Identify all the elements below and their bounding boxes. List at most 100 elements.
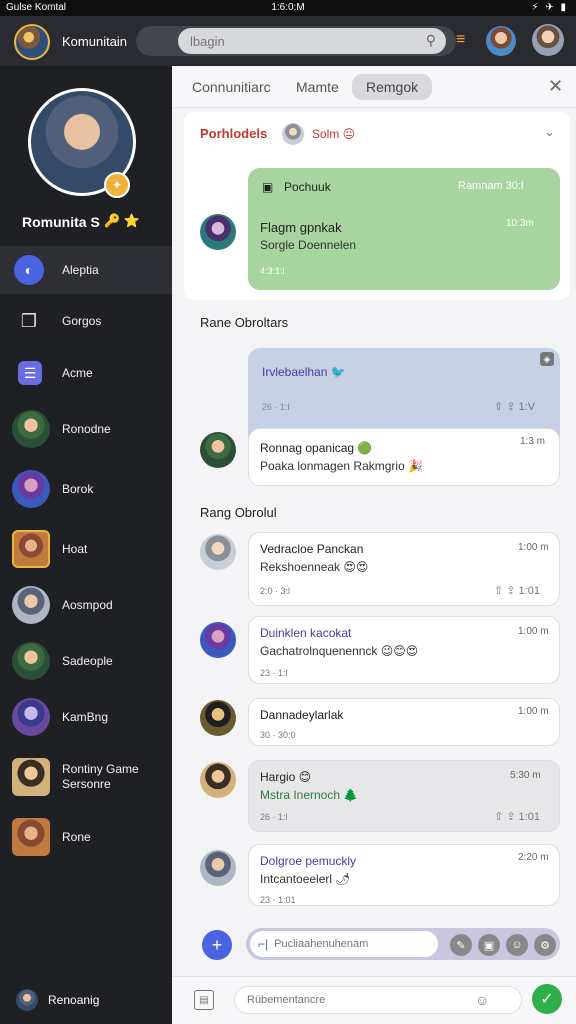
avatar bbox=[12, 758, 50, 796]
sidebar-item-label: Hoat bbox=[62, 542, 88, 556]
profile-avatar[interactable] bbox=[532, 24, 564, 56]
clock: 1:6:0:M bbox=[271, 2, 305, 13]
sidebar-item-borok[interactable]: Borok bbox=[0, 466, 172, 512]
message-input[interactable] bbox=[274, 938, 425, 950]
avatar[interactable] bbox=[200, 700, 236, 736]
search-field[interactable]: ⚲ bbox=[178, 28, 446, 54]
bottom-field[interactable]: ☺ bbox=[234, 986, 522, 1014]
section-label: Rane Obroltars bbox=[200, 315, 289, 330]
send-icon[interactable]: ✓ bbox=[532, 984, 562, 1014]
sidebar-item-label: Acme bbox=[62, 366, 93, 380]
camera-icon[interactable]: ▣ bbox=[478, 934, 500, 956]
sidebar-footer[interactable]: Renoanig bbox=[0, 976, 172, 1024]
sender-time: 10:3m bbox=[506, 218, 534, 229]
reply-time: 1:3 m bbox=[520, 436, 546, 447]
sidebar-item-label: Rone bbox=[62, 830, 91, 844]
search-icon[interactable]: ⚲ bbox=[426, 32, 436, 49]
sidebar-item-acme[interactable]: ☰ Acme bbox=[0, 350, 172, 396]
menu-toggle-icon[interactable]: ≡ bbox=[456, 31, 465, 49]
app-title: Komunitain bbox=[62, 34, 128, 49]
sidebar-item-label: Rontiny Game Sersonre bbox=[62, 762, 139, 791]
user-avatar[interactable] bbox=[14, 24, 50, 60]
tab-mamte[interactable]: Mamte bbox=[282, 74, 353, 100]
message-text: Gachatrolnquenennck 😉😊😍 bbox=[260, 644, 419, 658]
message-meta: 26 · 1:l bbox=[260, 812, 288, 822]
reply-card[interactable] bbox=[248, 428, 560, 486]
message-meta: 23 · 1:01 bbox=[260, 895, 296, 905]
sidebar-item-gorgos[interactable]: ❒ Gorgos bbox=[0, 298, 172, 344]
sticker-icon[interactable]: ☺ bbox=[506, 934, 528, 956]
pinned-user: Solm 😐 bbox=[312, 127, 356, 141]
message-meta: 2:0 · 3:l bbox=[260, 586, 291, 596]
settings-icon[interactable]: ⚙ bbox=[534, 934, 556, 956]
add-icon[interactable]: + bbox=[202, 930, 232, 960]
sidebar-item-kambng[interactable]: KamBng bbox=[0, 694, 172, 740]
message-actions[interactable]: ⇧ ⇪ 1:01 bbox=[494, 810, 540, 823]
message-time: 2:20 m bbox=[518, 852, 549, 863]
avatar bbox=[12, 470, 50, 508]
avatar bbox=[12, 530, 50, 568]
sidebar-item-aleptia[interactable]: ◐ Aleptia bbox=[0, 246, 172, 294]
sidebar-item-sadeople[interactable]: Sadeople bbox=[0, 638, 172, 684]
composer-field[interactable]: ⌐| bbox=[250, 931, 438, 957]
chat-bubble-icon: ◐ bbox=[14, 255, 44, 285]
message-name: Dannadeylarlak bbox=[260, 708, 344, 722]
sidebar-item-aosmpod[interactable]: Aosmpod bbox=[0, 582, 172, 628]
message-time: 5:30 m bbox=[510, 770, 541, 781]
message-text: Intcantoeelerl 🌶 bbox=[260, 872, 351, 886]
sidebar-item-label: Ronodne bbox=[62, 422, 111, 436]
image-icon: ◈ bbox=[540, 352, 554, 366]
pinned-title: Porhlodels bbox=[200, 126, 268, 141]
friend-avatar[interactable] bbox=[486, 26, 516, 56]
avatar[interactable] bbox=[200, 762, 236, 798]
avatar[interactable] bbox=[200, 850, 236, 886]
message-name: Vedracloe Panckan bbox=[260, 542, 364, 556]
sidebar-item-label: Gorgos bbox=[62, 314, 102, 328]
message-meta: 30 · 30:0 bbox=[260, 730, 296, 740]
list-icon: ☰ bbox=[18, 361, 42, 385]
message-time: 1:00 m bbox=[518, 626, 549, 637]
sender-text: Sorgle Doennelen bbox=[260, 238, 357, 252]
avatar[interactable] bbox=[200, 214, 236, 250]
close-icon[interactable]: ✕ bbox=[548, 76, 563, 97]
sidebar-item-label: Borok bbox=[62, 482, 94, 496]
sidebar-item-rontiny[interactable]: Rontiny Game Sersonre bbox=[0, 754, 172, 800]
section-label: Rang Obrolul bbox=[200, 505, 277, 520]
message-time: 1:00 m bbox=[518, 542, 549, 553]
avatar bbox=[12, 642, 50, 680]
avatar bbox=[12, 586, 50, 624]
sidebar-item-hoat[interactable]: Hoat bbox=[0, 526, 172, 572]
avatar[interactable] bbox=[200, 622, 236, 658]
badge-icon: ✦ bbox=[104, 172, 130, 198]
search-input[interactable] bbox=[178, 28, 398, 54]
sidebar-item-label: Aosmpod bbox=[62, 598, 113, 612]
emoji-icon[interactable]: ☺ bbox=[475, 992, 489, 1008]
tab-remgok[interactable]: Remgok bbox=[352, 74, 433, 100]
sidebar-item-rone[interactable]: Rone bbox=[0, 814, 172, 860]
sidebar-item-ronodne[interactable]: Ronodne bbox=[0, 406, 172, 452]
message-name: Duinklen kacokat bbox=[260, 626, 352, 640]
avatar bbox=[282, 123, 304, 145]
avatar bbox=[16, 989, 38, 1011]
chevron-down-icon[interactable]: ⌄ bbox=[544, 124, 555, 140]
avatar[interactable] bbox=[200, 432, 236, 468]
highlight-actions[interactable]: ⇧ ⇪ 1:V bbox=[494, 400, 535, 413]
group-name: Pochuuk bbox=[284, 180, 331, 194]
avatar[interactable] bbox=[200, 534, 236, 570]
message-time: 1:00 m bbox=[518, 706, 549, 717]
caret-icon: ⌐| bbox=[258, 937, 269, 951]
group-meta: Ramnam 30:l bbox=[458, 180, 524, 192]
message-actions[interactable]: ⇧ ⇪ 1:01 bbox=[494, 584, 540, 597]
tab-connunitiarc[interactable]: Connunitiarc bbox=[178, 74, 285, 100]
sender-name: Flagm gpnkak bbox=[260, 220, 342, 235]
message-text: Mstra Inernoch 🌲 bbox=[260, 788, 359, 802]
highlight-title: Irvlebaelhan 🐦 bbox=[262, 365, 346, 379]
highlight-meta: 26 · 1:l bbox=[262, 402, 290, 412]
group-icon: ▣ bbox=[262, 180, 274, 194]
message-name: Hargio 😊 bbox=[260, 770, 312, 784]
bottom-input[interactable] bbox=[235, 994, 475, 1006]
mic-icon[interactable]: ✎ bbox=[450, 934, 472, 956]
attach-icon[interactable]: ▤ bbox=[194, 990, 214, 1010]
sidebar-item-label: Aleptia bbox=[62, 263, 99, 277]
sidebar-item-label: Sadeople bbox=[62, 654, 113, 668]
